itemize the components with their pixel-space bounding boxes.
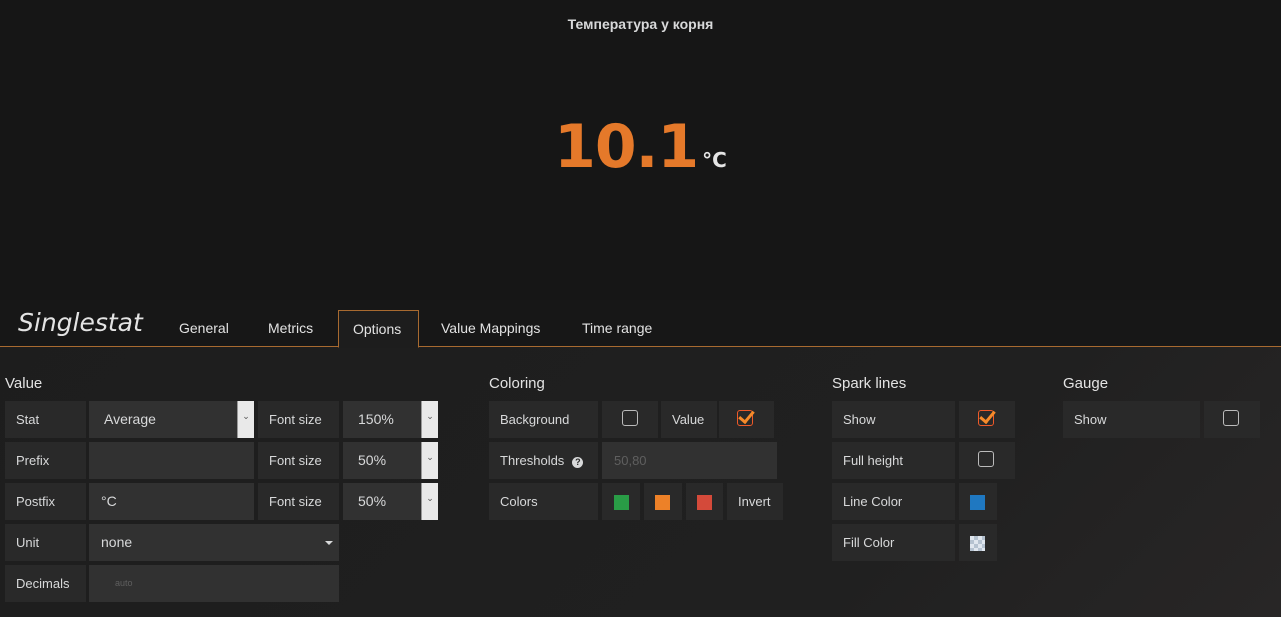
stat-select-value: Average <box>104 411 156 427</box>
tab-options[interactable]: Options <box>338 310 419 348</box>
decimals-placeholder: auto <box>115 578 133 588</box>
unit-label: Unit <box>5 524 86 561</box>
thresholds-placeholder: 50,80 <box>614 453 647 468</box>
tab-metrics[interactable]: Metrics <box>254 310 327 347</box>
value-coloring-label: Value <box>661 401 717 438</box>
tab-value-mappings[interactable]: Value Mappings <box>427 310 554 347</box>
chevron-down-icon[interactable]: ⌄ <box>421 483 438 520</box>
color-picker-crit[interactable] <box>686 483 723 520</box>
chevron-down-icon[interactable]: ⌄ <box>421 442 438 479</box>
fill-color-picker[interactable] <box>959 524 997 561</box>
decimals-label: Decimals <box>5 565 86 602</box>
spark-lines-section-title: Spark lines <box>832 375 907 392</box>
caret-down-icon <box>325 541 333 545</box>
chevron-down-icon[interactable]: ⌄ <box>237 401 254 438</box>
color-swatch-green[interactable] <box>614 495 629 510</box>
stat-label: Stat <box>5 401 86 438</box>
coloring-section-title: Coloring <box>489 375 545 392</box>
question-icon[interactable]: ? <box>572 457 584 468</box>
panel-title[interactable]: Температура у корня <box>0 16 1281 32</box>
line-color-swatch[interactable] <box>970 495 985 510</box>
full-height-label: Full height <box>832 442 955 479</box>
color-swatch-orange[interactable] <box>655 495 670 510</box>
value-font-size-value: 150% <box>358 411 394 427</box>
chevron-down-icon[interactable]: ⌄ <box>421 401 438 438</box>
full-height-checkbox[interactable] <box>978 451 994 467</box>
postfix-font-size-label: Font size <box>258 483 339 520</box>
tab-general[interactable]: General <box>165 310 243 347</box>
thresholds-label: Thresholds? <box>489 442 598 479</box>
value-font-size-label: Font size <box>258 401 339 438</box>
prefix-font-size-select[interactable]: 50% ⌄ <box>343 442 438 479</box>
gauge-show-checkbox-cell[interactable] <box>1204 401 1260 438</box>
postfix-label: Postfix <box>5 483 86 520</box>
unit-picker-value: none <box>101 534 133 550</box>
editor-header: Singlestat General Metrics Options Value… <box>0 300 1281 348</box>
tab-time-range[interactable]: Time range <box>568 310 666 347</box>
fill-color-swatch[interactable] <box>970 536 985 551</box>
editor-title: Singlestat <box>18 308 143 337</box>
background-checkbox[interactable] <box>622 410 638 426</box>
postfix-input[interactable]: °C <box>89 483 254 520</box>
prefix-label: Prefix <box>5 442 86 479</box>
panel-preview: Температура у корня 10.1 °C <box>0 0 1281 300</box>
value-checkbox-cell[interactable] <box>719 401 774 438</box>
stat-unit: °C <box>702 148 727 172</box>
spark-show-checkbox[interactable] <box>978 410 994 426</box>
full-height-checkbox-cell[interactable] <box>959 442 1015 479</box>
invert-button[interactable]: Invert <box>727 483 783 520</box>
prefix-input[interactable] <box>89 442 254 479</box>
gauge-section-title: Gauge <box>1063 375 1109 392</box>
background-label: Background <box>489 401 598 438</box>
fill-color-label: Fill Color <box>832 524 955 561</box>
value-font-size-select[interactable]: 150% ⌄ <box>343 401 438 438</box>
line-color-picker[interactable] <box>959 483 997 520</box>
panel-editor: Singlestat General Metrics Options Value… <box>0 300 1281 617</box>
background-checkbox-cell[interactable] <box>602 401 658 438</box>
singlestat-value: 10.1 °C <box>0 112 1281 182</box>
stat-select[interactable]: Average ⌄ <box>89 401 254 438</box>
stat-number: 10.1 <box>554 112 699 182</box>
prefix-font-size-value: 50% <box>358 452 387 468</box>
value-checkbox[interactable] <box>737 410 753 426</box>
color-picker-warn[interactable] <box>644 483 682 520</box>
color-picker-ok[interactable] <box>602 483 640 520</box>
line-color-label: Line Color <box>832 483 955 520</box>
spark-show-checkbox-cell[interactable] <box>959 401 1015 438</box>
postfix-font-size-select[interactable]: 50% ⌄ <box>343 483 438 520</box>
gauge-show-label: Show <box>1063 401 1200 438</box>
postfix-font-size-value: 50% <box>358 493 387 509</box>
colors-label: Colors <box>489 483 598 520</box>
gauge-show-checkbox[interactable] <box>1223 410 1239 426</box>
thresholds-label-text: Thresholds <box>500 453 565 468</box>
spark-show-label: Show <box>832 401 955 438</box>
value-section-title: Value <box>5 375 43 392</box>
thresholds-input[interactable]: 50,80 <box>602 442 777 479</box>
prefix-font-size-label: Font size <box>258 442 339 479</box>
decimals-input[interactable]: auto <box>89 565 339 602</box>
unit-picker[interactable]: none <box>89 524 339 561</box>
color-swatch-red[interactable] <box>697 495 712 510</box>
